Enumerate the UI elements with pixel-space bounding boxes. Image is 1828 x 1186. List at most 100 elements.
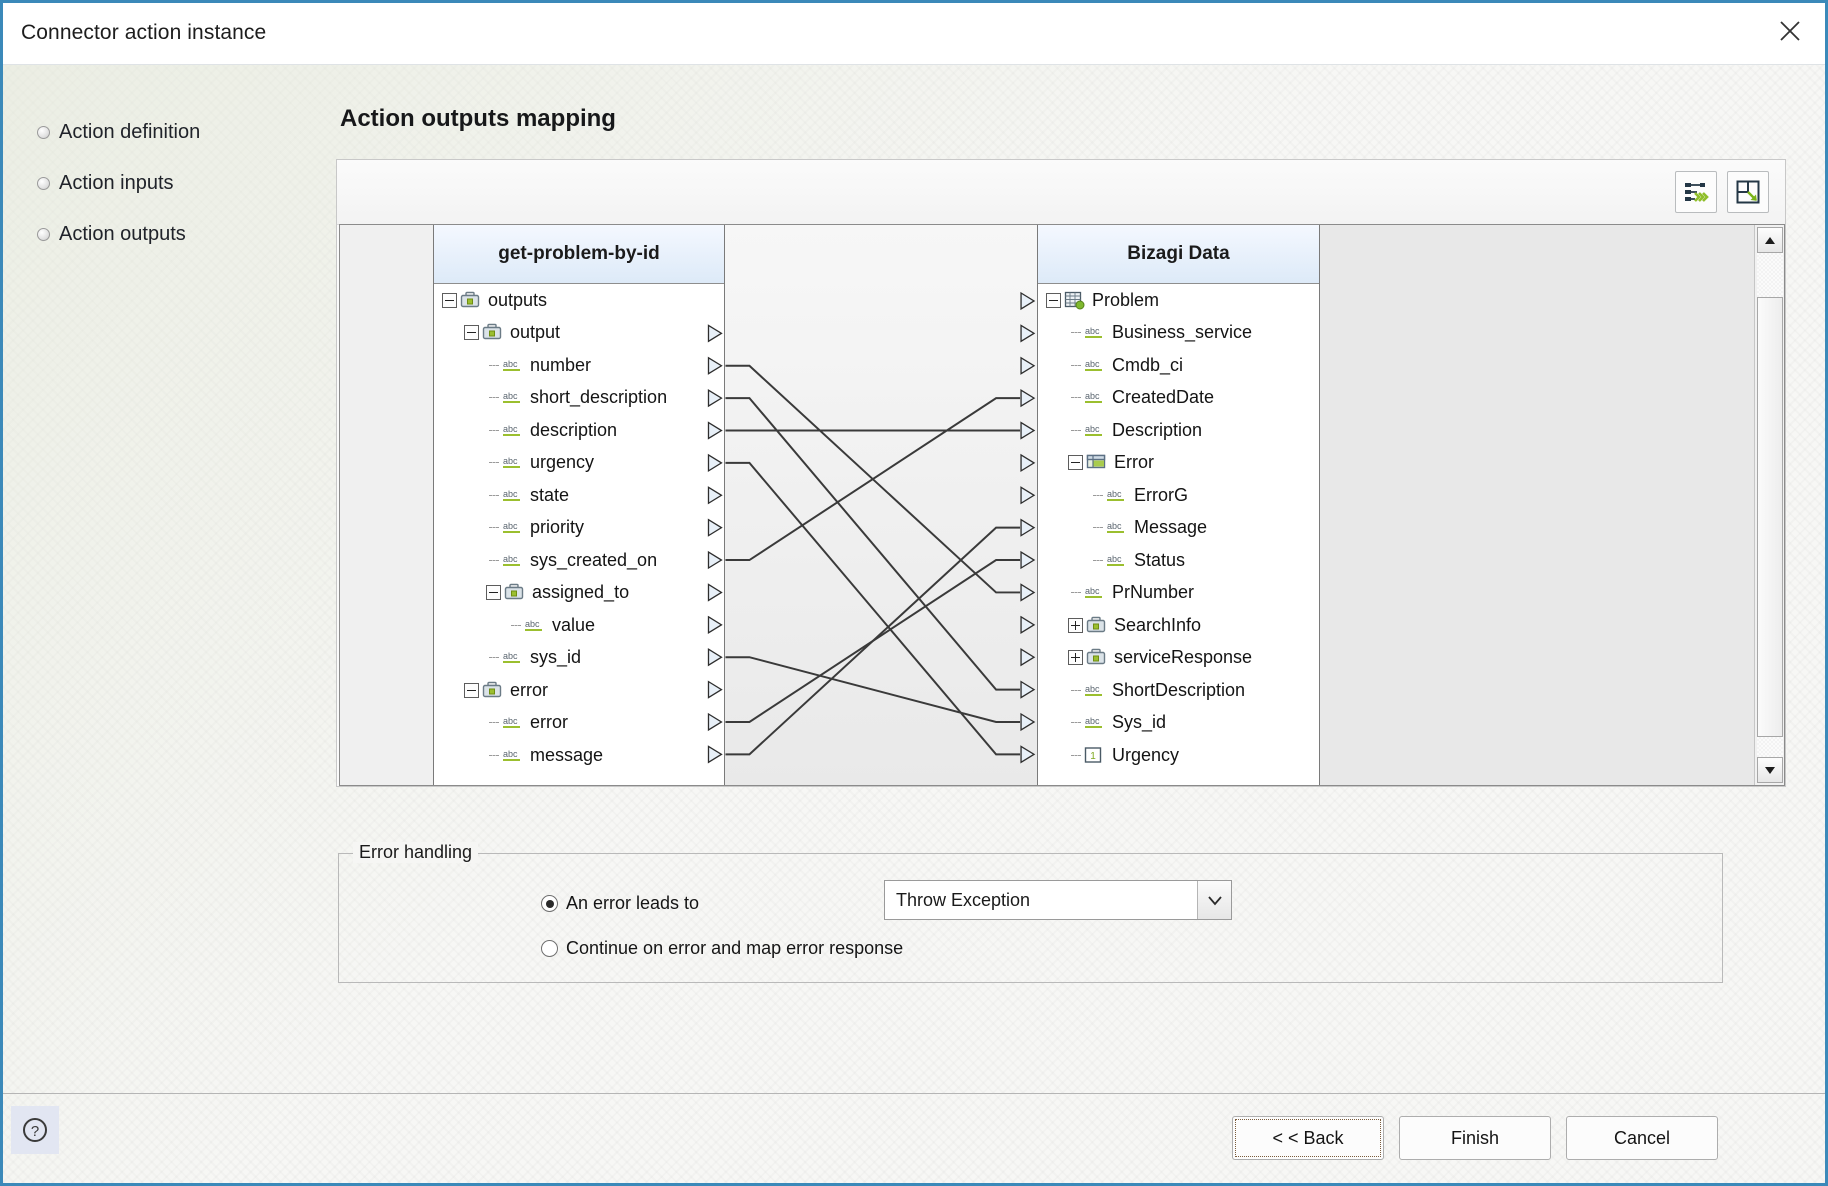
tree-row[interactable]: serviceResponse <box>1038 642 1319 675</box>
tree-row[interactable]: abc message <box>434 739 724 772</box>
error-action-select[interactable]: Throw Exception <box>884 880 1232 920</box>
target-tree-rows: Problem abc Business_service abc Cmdb_ci abc C… <box>1038 284 1319 772</box>
scroll-up-icon[interactable] <box>1757 227 1783 253</box>
collapse-icon[interactable] <box>442 292 457 308</box>
tree-row[interactable]: abc PrNumber <box>1038 577 1319 610</box>
back-button[interactable]: < < Back <box>1232 1116 1384 1160</box>
briefcase-icon <box>482 323 503 342</box>
abc-icon: abc <box>502 356 523 375</box>
tree-connector-line <box>1090 488 1106 503</box>
tree-row-label: Business_service <box>1112 322 1253 343</box>
expand-icon[interactable] <box>1068 650 1083 666</box>
collapse-icon[interactable] <box>464 682 479 698</box>
svg-text:abc: abc <box>1085 586 1100 596</box>
abc-icon: abc <box>502 713 523 732</box>
collapse-icon[interactable] <box>486 585 501 601</box>
tree-row[interactable]: abc Status <box>1038 544 1319 577</box>
abc-icon: abc <box>1084 323 1105 342</box>
tree-connector-line <box>486 455 502 470</box>
tree-row[interactable]: abc Cmdb_ci <box>1038 349 1319 382</box>
tree-row[interactable]: abc Description <box>1038 414 1319 447</box>
tree-row-label: ShortDescription <box>1112 679 1246 700</box>
canvas-left-gutter <box>340 225 433 785</box>
cancel-button[interactable]: Cancel <box>1566 1116 1718 1160</box>
tree-row[interactable]: abc ShortDescription <box>1038 674 1319 707</box>
canvas-vertical-scrollbar[interactable] <box>1754 225 1784 785</box>
tree-connector-line <box>1068 715 1084 730</box>
tree-row[interactable]: abc CreatedDate <box>1038 382 1319 415</box>
collapse-icon[interactable] <box>1068 455 1083 471</box>
sidebar-item-action-outputs[interactable]: Action outputs <box>37 223 297 246</box>
tree-row[interactable]: abc value <box>434 609 724 642</box>
briefcase-icon <box>1086 616 1107 635</box>
collapse-icon[interactable] <box>464 325 479 341</box>
briefcase-icon <box>1086 648 1107 667</box>
abc-icon: abc <box>1106 551 1127 570</box>
collapse-icon[interactable] <box>1046 292 1061 308</box>
tree-row[interactable]: 1 Urgency <box>1038 739 1319 772</box>
svg-text:abc: abc <box>503 424 518 434</box>
tree-row[interactable]: abc priority <box>434 512 724 545</box>
svg-text:abc: abc <box>1085 359 1100 369</box>
entity-icon <box>1064 291 1085 310</box>
abc-icon: abc <box>502 551 523 570</box>
tree-row[interactable]: abc short_description <box>434 382 724 415</box>
abc-icon: abc <box>1084 681 1105 700</box>
abc-icon: abc <box>1106 486 1127 505</box>
tree-row[interactable]: Problem <box>1038 284 1319 317</box>
tree-row[interactable]: abc ErrorG <box>1038 479 1319 512</box>
tree-row[interactable]: abc number <box>434 349 724 382</box>
sidebar-item-action-inputs[interactable]: Action inputs <box>37 172 297 195</box>
tree-row[interactable]: outputs <box>434 284 724 317</box>
tree-row[interactable]: abc state <box>434 479 724 512</box>
radio-an-error-leads-to[interactable]: An error leads to <box>541 893 699 914</box>
tree-row[interactable]: abc description <box>434 414 724 447</box>
tree-row-label: serviceResponse <box>1114 647 1253 668</box>
auto-map-icon[interactable] <box>1675 171 1717 213</box>
close-icon[interactable] <box>1763 7 1817 55</box>
mapping-panel: get-problem-by-id outputs output abc number… <box>336 159 1786 787</box>
help-icon[interactable]: ? <box>11 1106 59 1154</box>
tree-row-label: assigned_to <box>532 582 630 603</box>
tree-row[interactable]: abc Message <box>1038 512 1319 545</box>
tree-row[interactable]: abc sys_id <box>434 642 724 675</box>
tree-connector-line <box>486 390 502 405</box>
tree-row[interactable]: abc sys_created_on <box>434 544 724 577</box>
tree-row-label: Message <box>1134 517 1208 538</box>
briefcase-icon <box>482 681 503 700</box>
abc-icon: abc <box>1084 713 1105 732</box>
finish-button[interactable]: Finish <box>1399 1116 1551 1160</box>
mapping-canvas: get-problem-by-id outputs output abc number… <box>339 224 1785 786</box>
tree-row-label: PrNumber <box>1112 582 1195 603</box>
tree-row[interactable]: abc error <box>434 707 724 740</box>
tree-row-label: Error <box>1114 452 1154 473</box>
tree-connector-line <box>1068 423 1084 438</box>
sidebar-item-action-definition[interactable]: Action definition <box>37 121 297 144</box>
tree-row[interactable]: SearchInfo <box>1038 609 1319 642</box>
tree-row-label: priority <box>530 517 585 538</box>
scrollbar-thumb[interactable] <box>1757 297 1783 737</box>
tree-row[interactable]: assigned_to <box>434 577 724 610</box>
radio-continue-on-error[interactable]: Continue on error and map error response <box>541 938 903 959</box>
tree-connector-line <box>486 488 502 503</box>
target-tree-header: Bizagi Data <box>1038 225 1319 284</box>
tree-row[interactable]: abc Business_service <box>1038 317 1319 350</box>
tree-row-label: output <box>510 322 561 343</box>
tree-row[interactable]: output <box>434 317 724 350</box>
scroll-down-icon[interactable] <box>1757 757 1783 783</box>
radio-icon[interactable] <box>541 940 558 957</box>
bullet-icon <box>37 126 50 139</box>
expand-to-fit-icon[interactable] <box>1727 171 1769 213</box>
chevron-down-icon[interactable] <box>1197 881 1231 919</box>
tree-row[interactable]: Error <box>1038 447 1319 480</box>
tree-row-label: message <box>530 744 604 765</box>
svg-text:abc: abc <box>503 489 518 499</box>
tree-row[interactable]: error <box>434 674 724 707</box>
tree-row[interactable]: abc Sys_id <box>1038 707 1319 740</box>
tree-row[interactable]: abc urgency <box>434 447 724 480</box>
dialog-footer: ? < < Back Finish Cancel <box>3 1093 1825 1183</box>
tree-row-label: outputs <box>488 289 548 310</box>
svg-text:abc: abc <box>503 716 518 726</box>
expand-icon[interactable] <box>1068 617 1083 633</box>
radio-icon[interactable] <box>541 895 558 912</box>
